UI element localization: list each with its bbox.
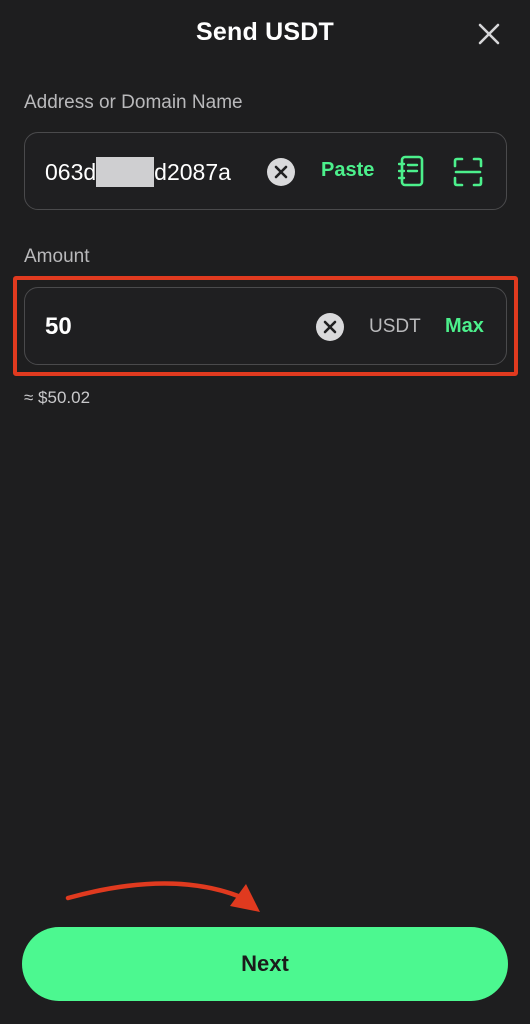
address-label: Address or Domain Name bbox=[24, 92, 243, 113]
close-icon[interactable] bbox=[476, 21, 502, 47]
address-redaction-mask bbox=[96, 157, 155, 187]
fiat-estimate: ≈ $50.02 bbox=[24, 388, 91, 407]
paste-button[interactable]: Paste bbox=[321, 159, 374, 182]
address-value-start: 063d bbox=[45, 158, 97, 185]
clear-address-icon[interactable] bbox=[267, 158, 295, 186]
address-book-icon[interactable] bbox=[397, 155, 426, 187]
annotation-arrow bbox=[60, 868, 270, 920]
max-button[interactable]: Max bbox=[445, 315, 484, 338]
amount-field[interactable]: 50 USDT Max bbox=[24, 287, 507, 365]
send-usdt-screen: Send USDT Address or Domain Name 063d d2… bbox=[0, 0, 530, 1024]
amount-unit-label: USDT bbox=[369, 316, 421, 337]
address-input[interactable]: 063d d2087a bbox=[45, 157, 231, 187]
clear-amount-icon[interactable] bbox=[316, 313, 344, 341]
amount-label: Amount bbox=[24, 246, 90, 267]
amount-input[interactable]: 50 bbox=[45, 313, 72, 341]
scan-qr-icon[interactable] bbox=[453, 157, 483, 187]
address-value-end: d2087a bbox=[154, 158, 231, 185]
address-field[interactable]: 063d d2087a Paste bbox=[24, 132, 507, 210]
page-title: Send USDT bbox=[196, 18, 334, 46]
next-button[interactable]: Next bbox=[22, 927, 508, 1001]
